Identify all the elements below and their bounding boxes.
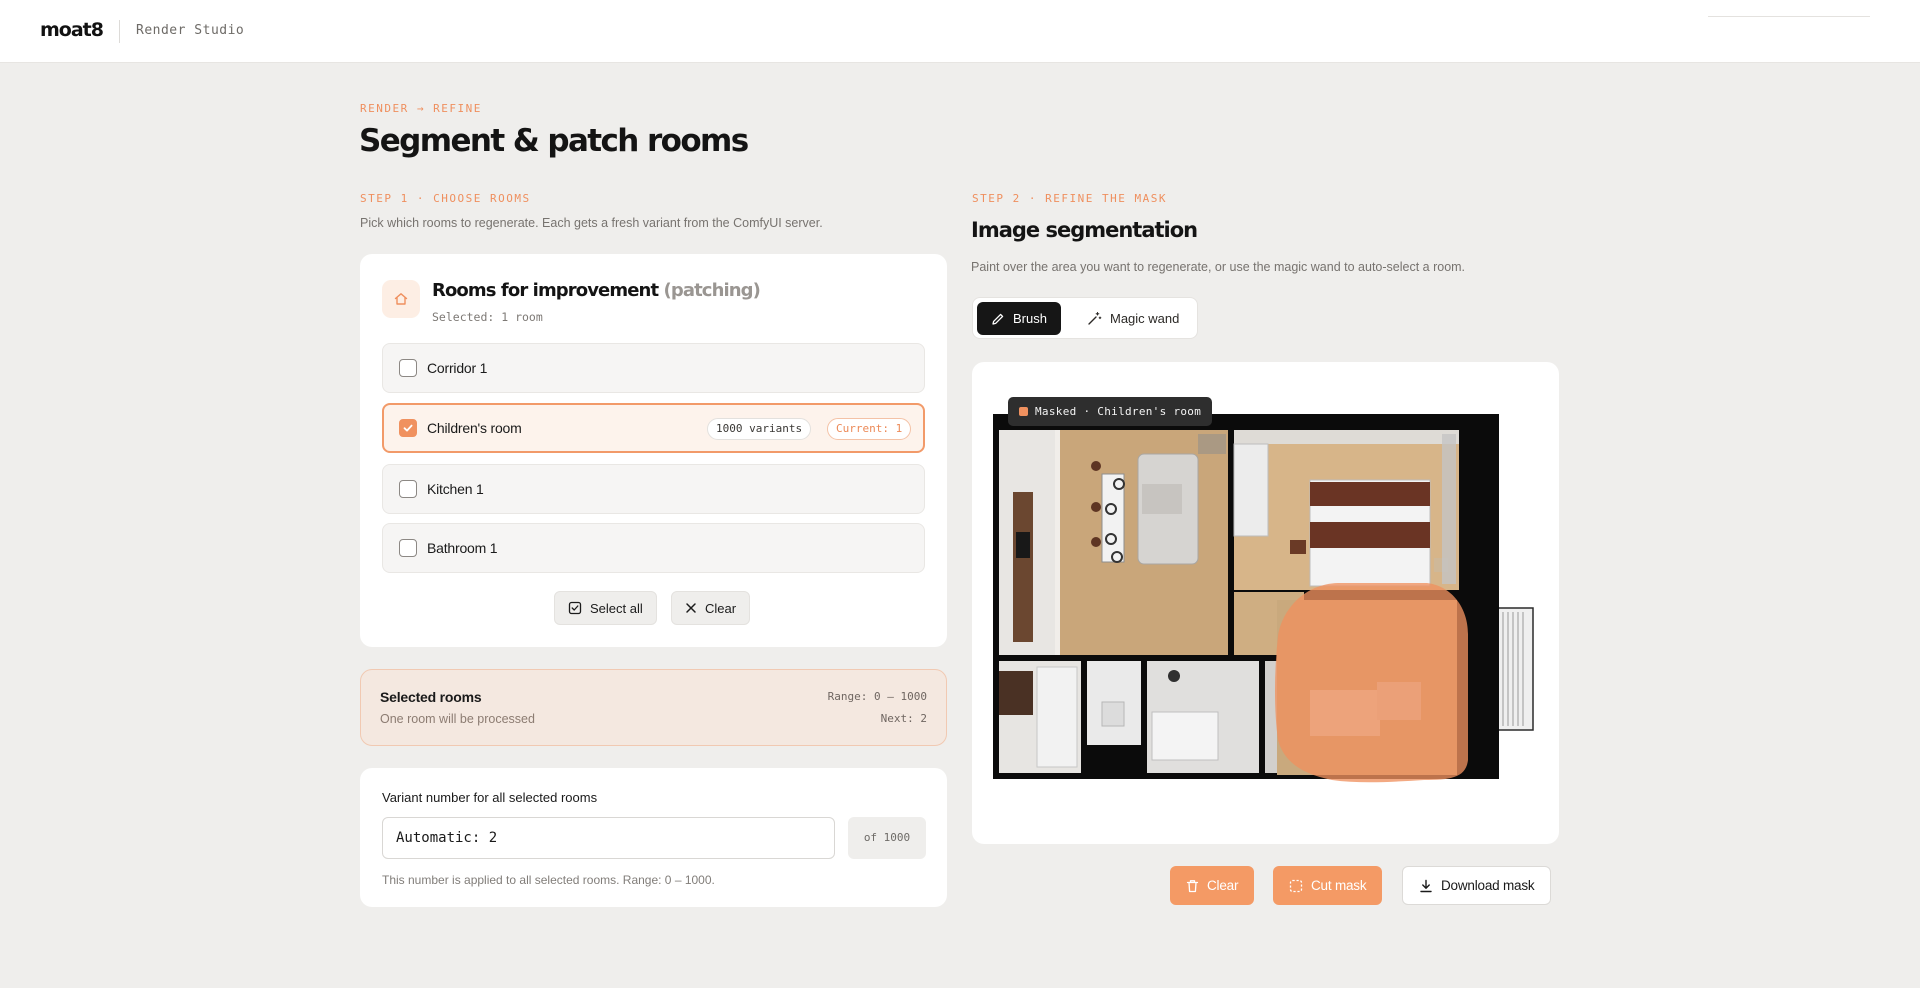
room-label: Bathroom 1	[427, 540, 498, 556]
header-rule	[1708, 16, 1870, 17]
rooms-title-text: Rooms for improvement	[432, 280, 659, 301]
mask-status-text: Masked · Children's room	[1035, 405, 1202, 418]
header-divider	[119, 20, 120, 43]
summary-subtitle: One room will be processed	[380, 712, 535, 726]
breadcrumb: RENDER → REFINE	[360, 102, 482, 115]
room-item-childrens-room[interactable]: Children's room 1000 variants Current: 1	[382, 403, 925, 453]
room-item-kitchen-1[interactable]: Kitchen 1	[382, 464, 925, 514]
close-icon	[686, 603, 696, 613]
summary-next: Next: 2	[880, 712, 927, 725]
download-icon	[1420, 879, 1432, 892]
magic-wand-icon	[1088, 311, 1102, 325]
room-label: Corridor 1	[427, 360, 488, 376]
download-mask-label: Download mask	[1441, 878, 1535, 893]
summary-title: Selected rooms	[380, 689, 482, 705]
summary-range: Range: 0 – 1000	[827, 690, 927, 703]
variant-card: Variant number for all selected rooms Au…	[360, 768, 947, 907]
tool-toggle: Brush Magic wand	[972, 297, 1198, 339]
selected-rooms-summary: Selected rooms One room will be processe…	[360, 669, 947, 746]
app-name: Render Studio	[136, 23, 245, 38]
trash-icon	[1186, 879, 1199, 892]
variant-label: Variant number for all selected rooms	[382, 790, 598, 805]
rooms-card-title: Rooms for improvement (patching)	[432, 280, 761, 301]
step2-eyebrow: STEP 2 · REFINE THE MASK	[972, 192, 1167, 205]
variant-max: of 1000	[848, 817, 926, 859]
select-all-button[interactable]: Select all	[554, 591, 657, 625]
brush-tool-button[interactable]: Brush	[977, 302, 1061, 335]
check-icon	[403, 424, 413, 432]
floor-plan-canvas[interactable]	[972, 362, 1559, 844]
cut-mask-label: Cut mask	[1311, 878, 1367, 893]
mask-overlay	[1275, 583, 1468, 783]
room-label: Children's room	[427, 420, 522, 436]
app-logo[interactable]: moat8	[40, 19, 104, 41]
clear-selection-button[interactable]: Clear	[671, 591, 751, 625]
variant-number-input[interactable]: Automatic: 2	[382, 817, 835, 859]
step1-eyebrow: STEP 1 · CHOOSE ROOMS	[360, 192, 531, 205]
room-checkbox[interactable]	[399, 359, 417, 377]
brush-label: Brush	[1013, 311, 1047, 326]
download-mask-button[interactable]: Download mask	[1402, 866, 1552, 905]
mask-color-swatch	[1019, 407, 1028, 416]
clear-mask-label: Clear	[1207, 878, 1239, 893]
select-all-label: Select all	[590, 600, 643, 616]
selected-count: Selected: 1 room	[432, 310, 543, 324]
top-bar: moat8 Render Studio	[0, 0, 1920, 63]
segmentation-canvas-card: Masked · Children's room	[972, 362, 1559, 844]
mask-status-tag: Masked · Children's room	[1008, 397, 1213, 426]
room-checkbox[interactable]	[399, 419, 417, 437]
dining-table	[1101, 473, 1125, 563]
room-checkbox[interactable]	[399, 539, 417, 557]
selection-icon	[1289, 879, 1303, 892]
home-icon	[382, 280, 420, 318]
cut-mask-button[interactable]: Cut mask	[1273, 866, 1383, 905]
magic-wand-label: Magic wand	[1110, 311, 1180, 326]
rooms-title-suffix: (patching)	[663, 280, 761, 301]
room-item-bathroom-1[interactable]: Bathroom 1	[382, 523, 925, 573]
variants-badge: 1000 variants	[707, 418, 812, 440]
step1-description: Pick which rooms to regenerate. Each get…	[360, 216, 823, 230]
pencil-icon	[992, 313, 1004, 325]
room-item-corridor-1[interactable]: Corridor 1	[382, 343, 925, 393]
page-title: Segment & patch rooms	[359, 123, 749, 159]
segmentation-title: Image segmentation	[971, 218, 1198, 242]
clear-mask-button[interactable]: Clear	[1170, 866, 1255, 905]
current-variant-badge: Current: 1	[827, 418, 912, 440]
clear-selection-label: Clear	[705, 600, 737, 616]
room-label: Kitchen 1	[427, 481, 484, 497]
magic-wand-tool-button[interactable]: Magic wand	[1073, 302, 1193, 335]
rooms-card: Rooms for improvement (patching) Selecte…	[360, 254, 947, 647]
room-checkbox[interactable]	[399, 480, 417, 498]
variant-help: This number is applied to all selected r…	[382, 873, 715, 887]
checkbox-icon	[568, 601, 582, 615]
step2-description: Paint over the area you want to regenera…	[971, 260, 1466, 274]
